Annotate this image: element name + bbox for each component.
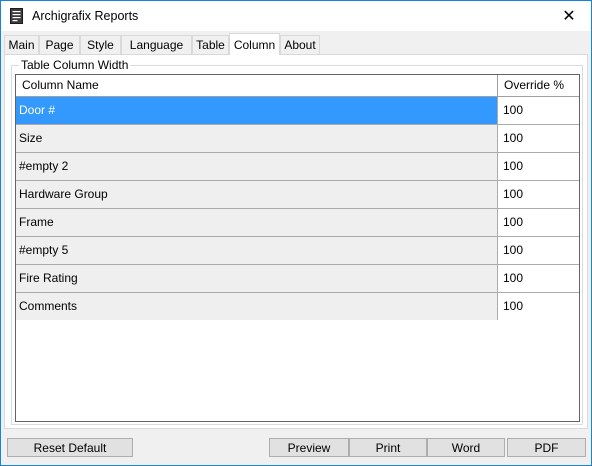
table-row[interactable]: #empty 2 100 [16, 153, 579, 180]
tab-language[interactable]: Language [121, 35, 192, 54]
tab-style[interactable]: Style [80, 35, 121, 54]
table-row[interactable]: Fire Rating 100 [16, 265, 579, 292]
tab-strip: Main Page Style Language Table Column Ab… [4, 33, 590, 55]
cell-override-value[interactable]: 100 [498, 181, 579, 208]
tab-table[interactable]: Table [192, 35, 229, 54]
grid-empty-area [16, 320, 579, 421]
header-override-percent[interactable]: Override % [498, 75, 579, 96]
cell-override-value[interactable]: 100 [498, 293, 579, 320]
table-row[interactable]: Door # 100 [16, 97, 579, 124]
tab-page[interactable]: Page [39, 35, 80, 54]
cell-column-name[interactable]: Frame [16, 209, 497, 236]
header-column-name[interactable]: Column Name [16, 75, 498, 96]
close-icon: ✕ [562, 8, 576, 25]
cell-override-value[interactable]: 100 [498, 209, 579, 236]
cell-column-name[interactable]: Hardware Group [16, 181, 497, 208]
table-column-width-group: Table Column Width Column Name Override … [11, 58, 583, 425]
cell-override-value[interactable]: 100 [498, 265, 579, 292]
column-tab-panel: Table Column Width Column Name Override … [4, 54, 588, 429]
title-bar[interactable]: Archigrafix Reports ✕ [1, 1, 591, 31]
pdf-button[interactable]: PDF [507, 438, 586, 457]
column-grid[interactable]: Column Name Override % Door # 100 Size 1… [15, 74, 580, 422]
grid-header: Column Name Override % [16, 75, 579, 97]
tab-column[interactable]: Column [229, 33, 280, 55]
print-button[interactable]: Print [349, 438, 427, 457]
close-button[interactable]: ✕ [547, 1, 591, 31]
cell-override-value[interactable]: 100 [498, 153, 579, 180]
cell-override-value[interactable]: 100 [498, 237, 579, 264]
cell-column-name[interactable]: #empty 2 [16, 153, 497, 180]
table-row[interactable]: Hardware Group 100 [16, 181, 579, 208]
tab-about[interactable]: About [280, 35, 320, 54]
cell-column-name[interactable]: Fire Rating [16, 265, 497, 292]
preview-button[interactable]: Preview [269, 438, 349, 457]
table-row[interactable]: Frame 100 [16, 209, 579, 236]
word-button[interactable]: Word [427, 438, 505, 457]
cell-column-name[interactable]: Door # [16, 97, 497, 124]
report-document-icon [10, 8, 23, 24]
window-title: Archigrafix Reports [32, 9, 139, 23]
cell-column-name[interactable]: #empty 5 [16, 237, 497, 264]
cell-column-name[interactable]: Comments [16, 293, 497, 320]
table-row[interactable]: #empty 5 100 [16, 237, 579, 264]
group-legend: Table Column Width [19, 58, 131, 72]
table-row[interactable]: Size 100 [16, 125, 579, 152]
grid-background: Column Name Override % Door # 100 Size 1… [16, 75, 579, 421]
table-row[interactable]: Comments 100 [16, 293, 579, 320]
cell-override-value[interactable]: 100 [498, 97, 579, 124]
reset-default-button[interactable]: Reset Default [7, 438, 133, 457]
tab-main[interactable]: Main [4, 35, 39, 54]
cell-override-value[interactable]: 100 [498, 125, 579, 152]
app-window: Archigrafix Reports ✕ Main Page Style La… [0, 0, 592, 466]
cell-column-name[interactable]: Size [16, 125, 497, 152]
